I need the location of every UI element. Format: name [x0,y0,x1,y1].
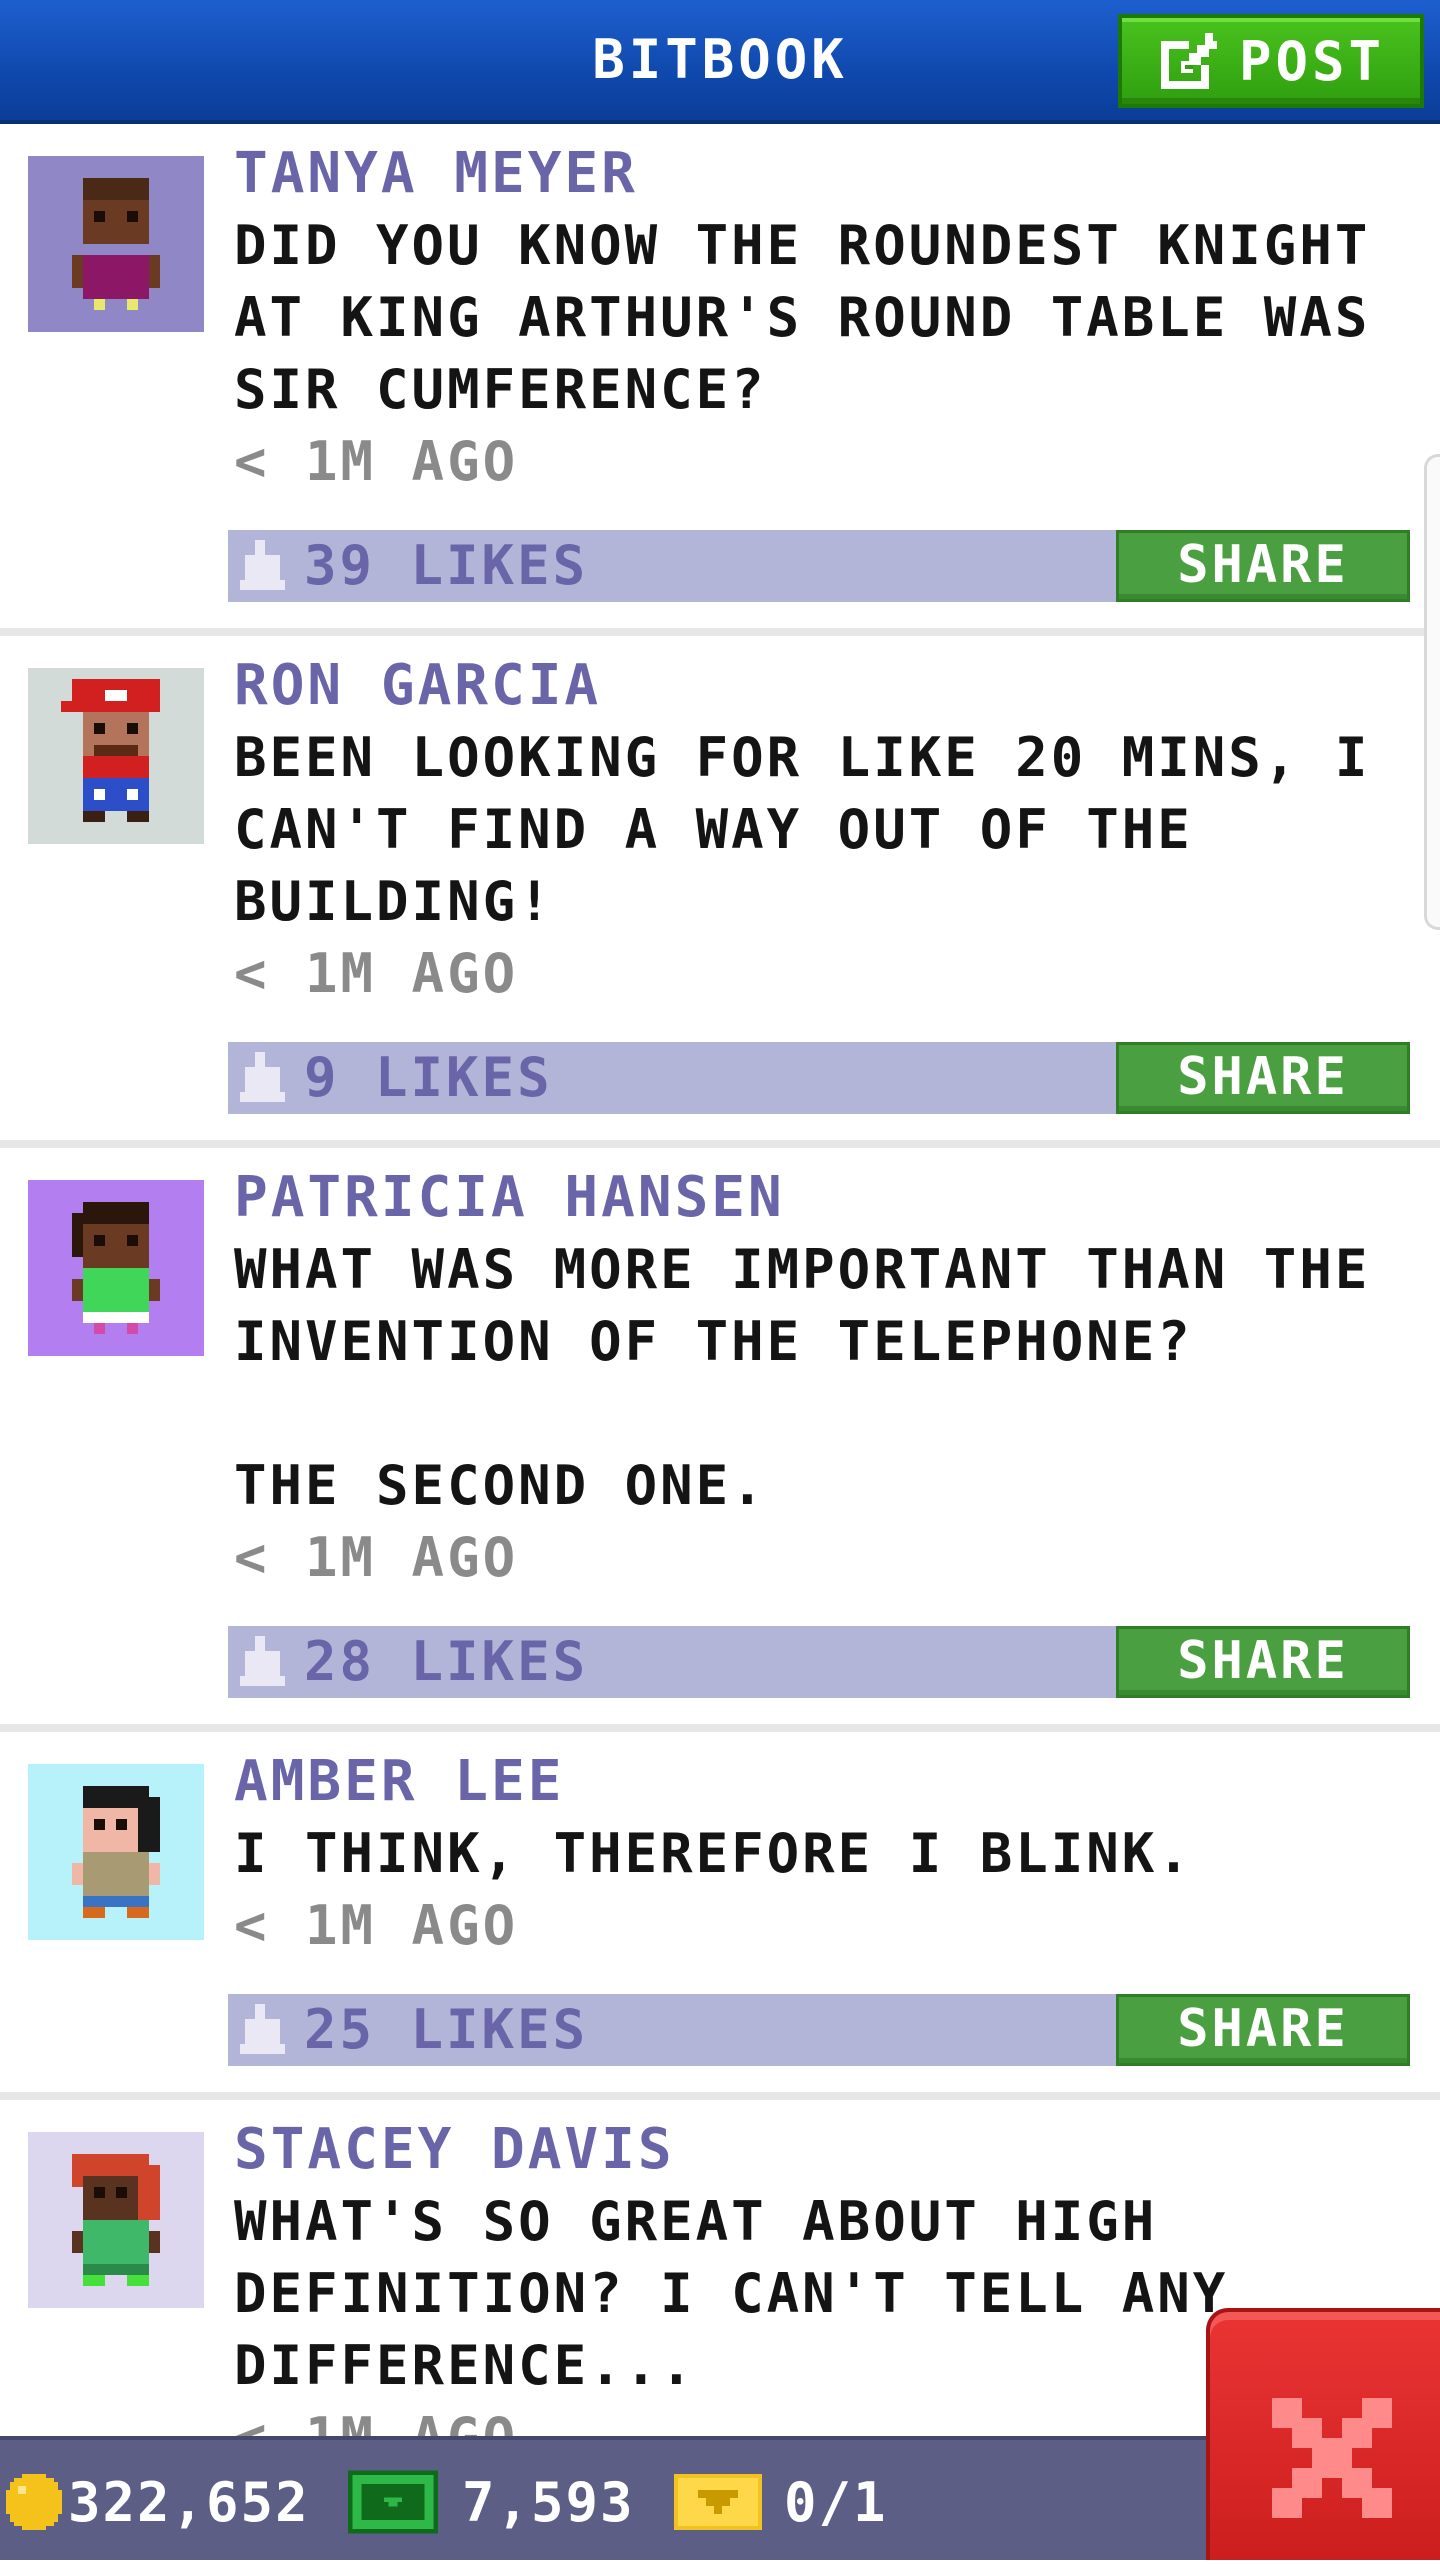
post-time: < 1M AGO [234,1526,519,1589]
ticket-icon [674,2474,762,2530]
like-icon[interactable] [240,540,290,590]
post-author[interactable]: AMBER LEE [234,1746,564,1818]
avatar [28,1764,204,1940]
feed[interactable]: TANYA MEYER DID YOU KNOW THE ROUNDEST KN… [0,124,1440,2436]
post-button[interactable]: POST [1118,14,1424,108]
post-text: BEEN LOOKING FOR LIKE 20 MINS, I CAN'T F… [234,726,1406,933]
likes-count: 25 LIKES [304,1998,589,2061]
post-time: < 1M AGO [234,430,519,493]
post-author[interactable]: RON GARCIA [234,650,601,722]
edit-icon [1160,33,1217,89]
tickets-value: 0/1 [784,2470,888,2534]
likes-bar: 39 LIKES SHARE [228,530,1410,602]
avatar [28,156,204,332]
post-author[interactable]: TANYA MEYER [234,138,638,210]
likes-count: 28 LIKES [304,1630,589,1693]
close-icon [1272,2398,1392,2518]
bux-stat: 7,593 [348,2440,635,2564]
like-icon[interactable] [240,1052,290,1102]
feed-post: TANYA MEYER DID YOU KNOW THE ROUNDEST KN… [0,124,1440,636]
likes-bar: 25 LIKES SHARE [228,1994,1410,2066]
avatar [28,2132,204,2308]
bux-icon [348,2470,438,2534]
share-button[interactable]: SHARE [1116,1042,1410,1114]
coins-stat: 322,652 [6,2440,310,2564]
post-button-label: POST [1238,29,1386,93]
like-icon[interactable] [240,2004,290,2054]
close-button[interactable] [1206,2308,1440,2560]
coins-value: 322,652 [68,2470,310,2534]
feed-post: PATRICIA HANSEN WHAT WAS MORE IMPORTANT … [0,1148,1440,1732]
share-button[interactable]: SHARE [1116,530,1410,602]
likes-bar: 9 LIKES SHARE [228,1042,1410,1114]
post-time: < 1M AGO [234,942,519,1005]
likes-bar: 28 LIKES SHARE [228,1626,1410,1698]
coin-icon [6,2474,62,2530]
post-text: WHAT WAS MORE IMPORTANT THAN THE INVENTI… [234,1238,1371,1517]
tickets-stat: 0/1 [674,2440,888,2564]
feed-post: AMBER LEE I THINK, THEREFORE I BLINK. < … [0,1732,1440,2100]
likes-count: 39 LIKES [304,534,589,597]
scrollbar[interactable] [1424,454,1440,930]
bux-value: 7,593 [462,2470,635,2534]
share-button[interactable]: SHARE [1116,1626,1410,1698]
post-text: I THINK, THEREFORE I BLINK. [234,1822,1193,1885]
top-bar: BITBOOK POST [0,0,1440,124]
share-button[interactable]: SHARE [1116,1994,1410,2066]
likes-count: 9 LIKES [304,1046,553,1109]
post-time: < 1M AGO [234,1894,519,1957]
post-author[interactable]: PATRICIA HANSEN [234,1162,785,1234]
post-author[interactable]: STACEY DAVIS [234,2114,675,2186]
avatar [28,1180,204,1356]
post-text: DID YOU KNOW THE ROUNDEST KNIGHT AT KING… [234,214,1406,421]
avatar [28,668,204,844]
feed-post: RON GARCIA BEEN LOOKING FOR LIKE 20 MINS… [0,636,1440,1148]
post-time: < 1M AGO [234,2402,518,2436]
like-icon[interactable] [240,1636,290,1686]
